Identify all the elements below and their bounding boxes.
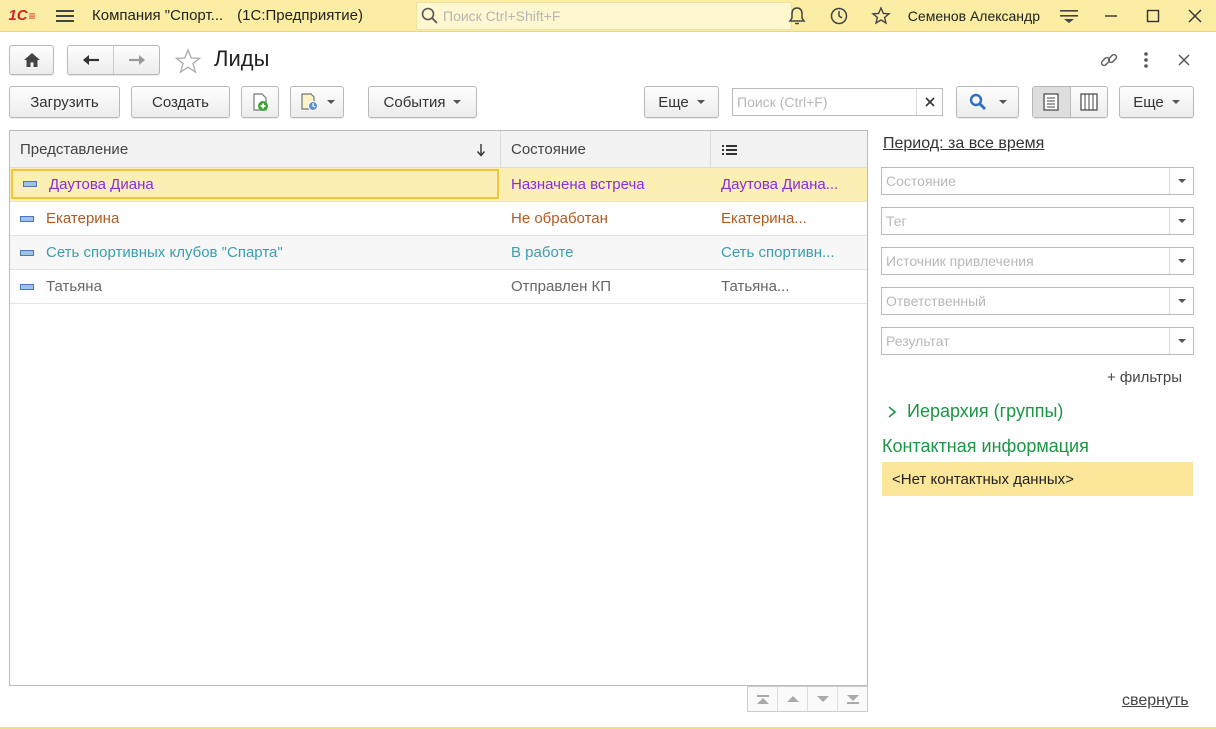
add-document-icon [253,93,268,111]
home-icon [23,53,40,67]
cell-status[interactable]: Не обработан [501,202,711,235]
search-icon [969,93,986,110]
list-search-input[interactable]: Поиск (Ctrl+F) [732,88,943,116]
table-row[interactable]: Даутова Диана Назначена встреча Даутова … [10,168,867,202]
favorite-star-icon[interactable] [173,47,203,75]
chevron-right-icon [888,405,897,418]
lead-icon [20,249,34,256]
navigation-buttons [67,45,160,75]
cell-status[interactable]: Назначена встреча [501,168,711,201]
scroll-top-button[interactable] [748,687,778,711]
load-button[interactable]: Загрузить [9,86,120,118]
column-header-name[interactable]: Представление [10,131,501,168]
chevron-down-icon[interactable] [1169,248,1193,274]
cell-name[interactable]: Екатерина [10,202,501,235]
contact-info-title: Контактная информация [882,436,1089,456]
scroll-up-button[interactable] [778,687,808,711]
copy-button[interactable] [241,86,279,118]
lead-icon [23,181,37,187]
maximize-icon[interactable] [1132,0,1174,32]
app-logo: 1С ≡ [8,7,36,24]
hierarchy-toggle[interactable]: Иерархия (группы) [885,401,1063,422]
more2-dropdown-button[interactable]: Еще [1119,86,1194,118]
column-header-status[interactable]: Состояние [501,131,711,168]
table-row[interactable]: Татьяна Отправлен КП Татьяна... [10,270,867,304]
sort-down-icon [476,143,486,157]
table-row[interactable]: Сеть спортивных клубов "Спарта" В работе… [10,236,867,270]
clear-search-icon[interactable] [916,89,942,115]
list-view-button[interactable] [1033,87,1071,117]
arrow-left-icon [82,55,99,65]
app-title: Компания "Спорт... [92,7,224,24]
notifications-bell-icon[interactable] [776,0,818,32]
app-subtitle: (1С:Предприятие) [237,7,363,24]
cell-extra[interactable]: Даутова Диана... [711,168,867,201]
chevron-down-icon[interactable] [1169,288,1193,314]
close-form-icon[interactable] [1172,48,1196,72]
period-link[interactable]: Период: за все время [883,135,1044,153]
favorites-star-icon[interactable] [860,0,902,32]
add-filters-link[interactable]: + фильтры [1107,369,1182,386]
chevron-down-icon[interactable] [1169,328,1193,354]
cell-status[interactable]: В работе [501,236,711,269]
filter-responsible[interactable]: Ответственный [881,287,1194,315]
title-bar: 1С ≡ Компания "Спорт... (1С:Предприятие) … [0,0,1216,32]
user-name[interactable]: Семенов Александр [908,8,1040,24]
collapse-link[interactable]: свернуть [1122,692,1189,710]
chevron-down-icon[interactable] [1169,168,1193,194]
cell-extra[interactable]: Сеть спортивн... [711,236,867,269]
history-icon[interactable] [818,0,860,32]
forward-button[interactable] [114,46,159,74]
list-view-icon [1043,93,1059,111]
back-button[interactable] [68,46,114,74]
minimize-icon[interactable] [1090,0,1132,32]
filter-tag[interactable]: Тег [881,207,1194,235]
main-menu-icon[interactable] [44,0,86,32]
cell-name[interactable]: Сеть спортивных клубов "Спарта" [10,236,501,269]
lead-icon [20,215,34,222]
leads-table: Представление Состояние Даутова Диана На… [9,130,868,686]
link-icon[interactable] [1097,48,1121,72]
cell-status[interactable]: Отправлен КП [501,270,711,303]
filter-source[interactable]: Источник привлечения [881,247,1194,275]
cell-extra[interactable]: Татьяна... [711,270,867,303]
column-header-extra[interactable] [711,131,867,168]
view-mode-toggle [1032,86,1108,118]
cell-name[interactable]: Даутова Диана [11,169,499,199]
page-title: Лиды [214,46,270,71]
global-search-input[interactable]: Поиск Ctrl+Shift+F [416,2,792,30]
columns-view-icon [1080,93,1098,111]
more-actions-icon[interactable] [1134,48,1158,72]
cell-name[interactable]: Татьяна [10,270,501,303]
table-header: Представление Состояние [10,131,867,168]
filter-status[interactable]: Состояние [881,167,1194,195]
report-icon [301,93,318,111]
lead-icon [20,283,34,290]
events-dropdown-button[interactable]: События [368,86,477,118]
report-dropdown-button[interactable] [290,86,344,118]
table-row[interactable]: Екатерина Не обработан Екатерина... [10,202,867,236]
cell-extra[interactable]: Екатерина... [711,202,867,235]
table-navigation [747,686,868,712]
create-button[interactable]: Создать [131,86,230,118]
home-button[interactable] [9,45,54,75]
settings-menu-icon[interactable] [1048,0,1090,32]
columns-view-button[interactable] [1071,87,1108,117]
search-options-button[interactable] [956,86,1019,118]
contact-info-box: <Нет контактных данных> [882,462,1193,496]
scroll-bottom-button[interactable] [838,687,867,711]
close-window-icon[interactable] [1174,0,1216,32]
arrow-right-icon [128,55,145,65]
list-columns-icon [722,144,737,155]
scroll-down-button[interactable] [808,687,838,711]
search-icon [421,7,438,24]
more-dropdown-button[interactable]: Еще [644,86,719,118]
filter-result[interactable]: Результат [881,327,1194,355]
chevron-down-icon[interactable] [1169,208,1193,234]
